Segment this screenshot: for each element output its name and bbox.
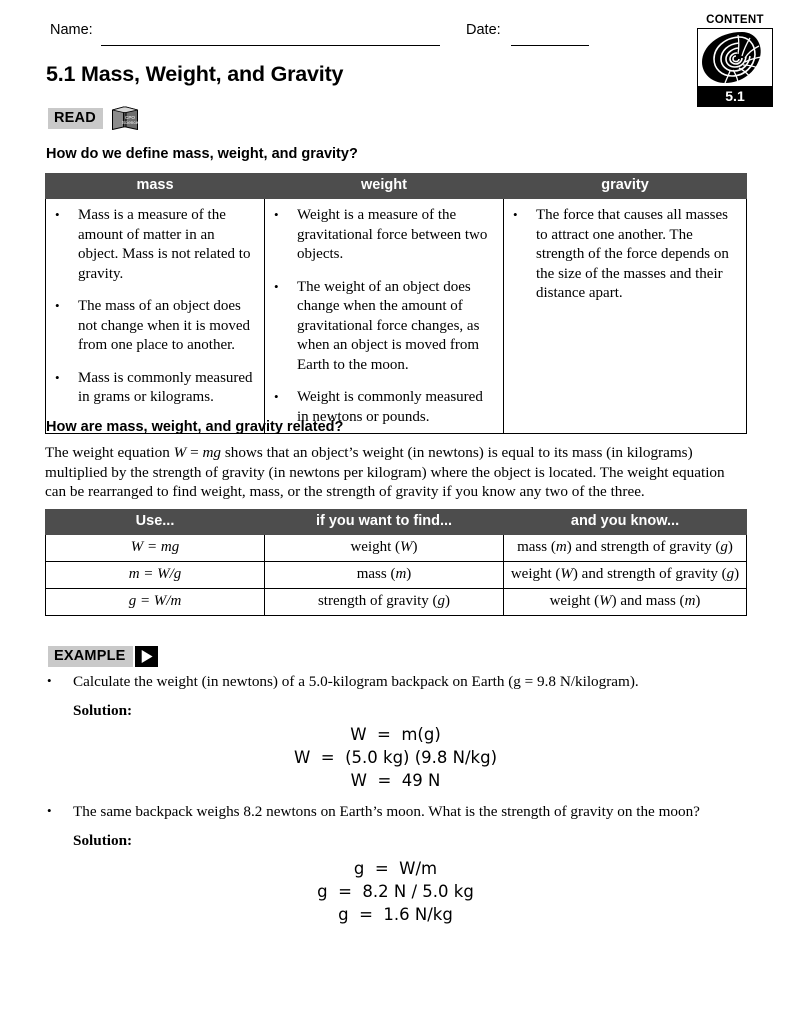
cell-find: strength of gravity (g) bbox=[264, 588, 504, 616]
column-header-know: and you know... bbox=[503, 509, 747, 535]
column-header-gravity: gravity bbox=[503, 173, 747, 199]
table-row: m = W/g mass (m) weight (W) and strength… bbox=[45, 561, 747, 589]
list-item: Mass is commonly measured in grams or ki… bbox=[52, 368, 258, 408]
date-label: Date: bbox=[466, 22, 501, 38]
cell-gravity: The force that causes all masses to attr… bbox=[503, 198, 747, 434]
example-2-equations: g = W/m g = 8.2 N / 5.0 kg g = 1.6 N/kg bbox=[0, 857, 791, 926]
section-heading-relationship: How are mass, weight, and gravity relate… bbox=[46, 419, 344, 435]
content-badge-caption: CONTENT bbox=[706, 14, 764, 26]
cell-formula: g = W/m bbox=[45, 588, 265, 616]
date-input-line[interactable] bbox=[511, 45, 589, 46]
book-icon: CPO Science bbox=[106, 105, 140, 130]
section-heading-definitions: How do we define mass, weight, and gravi… bbox=[46, 146, 358, 162]
table-header-row: mass weight gravity bbox=[45, 173, 747, 199]
svg-text:Science: Science bbox=[122, 120, 139, 125]
read-tag: READ CPO Science bbox=[48, 105, 140, 130]
cell-find: weight (W) bbox=[264, 534, 504, 562]
equation-line: W = (5.0 kg) (9.8 N/kg) bbox=[293, 748, 498, 767]
paragraph-part-1: The weight equation bbox=[45, 444, 174, 461]
equation-line: g = 8.2 N / 5.0 kg bbox=[317, 882, 474, 901]
example-prompt: Calculate the weight (in newtons) of a 5… bbox=[45, 671, 755, 692]
example-2: The same backpack weighs 8.2 newtons on … bbox=[45, 801, 755, 851]
worksheet-page: Name: Date: CONTENT 5.1 5.1 Mass, Weight… bbox=[0, 0, 791, 1024]
cell-know: weight (W) and strength of gravity (g) bbox=[503, 561, 747, 589]
content-badge-number: 5.1 bbox=[698, 86, 772, 106]
name-input-line[interactable] bbox=[101, 45, 440, 46]
read-tag-label: READ bbox=[48, 108, 103, 129]
cell-mass: Mass is a measure of the amount of matte… bbox=[45, 198, 265, 434]
table-header-row: Use... if you want to find... and you kn… bbox=[45, 509, 747, 535]
list-item: The force that causes all masses to attr… bbox=[510, 205, 740, 304]
cell-weight: Weight is a measure of the gravitational… bbox=[264, 198, 504, 434]
column-header-use: Use... bbox=[45, 509, 265, 535]
equation-line: g = W/m bbox=[353, 859, 438, 878]
nautilus-shell-icon bbox=[698, 29, 772, 86]
weight-equation-paragraph: The weight equation W = mg shows that an… bbox=[45, 443, 747, 502]
weight-bullet-list: Weight is a measure of the gravitational… bbox=[271, 205, 497, 427]
table-row: W = mg weight (W) mass (m) and strength … bbox=[45, 534, 747, 562]
example-tag: EXAMPLE bbox=[48, 646, 158, 667]
name-label: Name: bbox=[50, 22, 93, 38]
definitions-table: mass weight gravity Mass is a measure of… bbox=[45, 173, 747, 434]
cell-formula: m = W/g bbox=[45, 561, 265, 589]
list-item: The mass of an object does not change wh… bbox=[52, 296, 258, 356]
example-prompt: The same backpack weighs 8.2 newtons on … bbox=[45, 801, 755, 822]
page-title: 5.1 Mass, Weight, and Gravity bbox=[46, 62, 344, 86]
example-1-equations: W = m(g) W = (5.0 kg) (9.8 N/kg) W = 49 … bbox=[0, 723, 791, 792]
list-item: Weight is a measure of the gravitational… bbox=[271, 205, 497, 265]
inline-equals: = bbox=[186, 444, 203, 461]
cell-formula: W = mg bbox=[45, 534, 265, 562]
cell-find: mass (m) bbox=[264, 561, 504, 589]
content-badge: CONTENT 5.1 bbox=[697, 14, 773, 107]
cell-know: mass (m) and strength of gravity (g) bbox=[503, 534, 747, 562]
column-header-mass: mass bbox=[45, 173, 265, 199]
list-item: Mass is a measure of the amount of matte… bbox=[52, 205, 258, 284]
column-header-find: if you want to find... bbox=[264, 509, 504, 535]
solution-label: Solution: bbox=[73, 832, 133, 849]
equation-line: W = 49 N bbox=[350, 771, 441, 790]
mass-bullet-list: Mass is a measure of the amount of matte… bbox=[52, 205, 258, 408]
table-row: g = W/m strength of gravity (g) weight (… bbox=[45, 588, 747, 616]
cell-know: weight (W) and mass (m) bbox=[503, 588, 747, 616]
inline-var-W: W bbox=[173, 444, 187, 461]
play-triangle-icon bbox=[134, 646, 158, 667]
column-header-weight: weight bbox=[264, 173, 504, 199]
worksheet-header: Name: Date: CONTENT 5.1 bbox=[0, 0, 791, 110]
table-row: Mass is a measure of the amount of matte… bbox=[45, 198, 747, 434]
equation-line: W = m(g) bbox=[350, 725, 441, 744]
example-1: Calculate the weight (in newtons) of a 5… bbox=[45, 671, 755, 721]
equation-reference-table: Use... if you want to find... and you kn… bbox=[45, 509, 747, 616]
example-tag-label: EXAMPLE bbox=[48, 646, 133, 667]
solution-label: Solution: bbox=[73, 702, 133, 719]
list-item: The weight of an object does change when… bbox=[271, 277, 497, 376]
gravity-bullet-list: The force that causes all masses to attr… bbox=[510, 205, 740, 304]
inline-var-mg: mg bbox=[202, 444, 222, 461]
equation-line: g = 1.6 N/kg bbox=[338, 905, 453, 924]
content-badge-box: 5.1 bbox=[697, 28, 773, 107]
